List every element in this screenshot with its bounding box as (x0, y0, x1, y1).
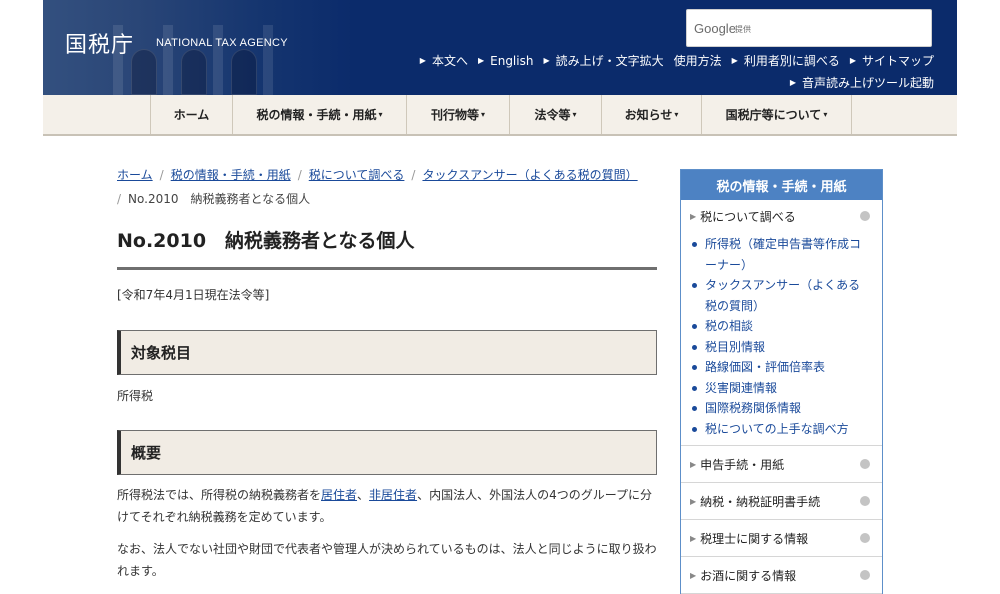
site-logo[interactable]: 国税庁 NATIONAL TAX AGENCY (65, 27, 288, 59)
title-divider (117, 267, 657, 270)
caret-down-icon: ▾ (572, 110, 577, 119)
sidebar-item-filing[interactable]: ▶ 申告手続・用紙 (681, 446, 882, 483)
collapse-circle-icon (860, 211, 870, 221)
global-nav: ホーム 税の情報・手続・用紙 ▾ 刊行物等 ▾ 法令等 ▾ お知らせ ▾ 国税庁等につい… (43, 95, 957, 136)
util-link-read-aloud-zoom[interactable]: ▶ 読み上げ・文字拡大 (543, 52, 663, 69)
util-link-voice-tool[interactable]: ▶ 音声読み上げツール起動 (790, 74, 934, 91)
breadcrumb-home[interactable]: ホーム (117, 168, 153, 182)
sidebar-subitem-consultation[interactable]: 税の相談 (692, 316, 872, 337)
link-resident[interactable]: 居住者 (321, 488, 357, 502)
section-heading-target-tax: 対象税目 (117, 330, 657, 375)
expand-circle-icon (860, 459, 870, 469)
sidebar-subitem-disaster[interactable]: 災害関連情報 (692, 378, 872, 399)
sidebar-header: 税の情報・手続・用紙 (681, 170, 882, 200)
expand-circle-icon (860, 496, 870, 506)
triangle-right-icon: ▶ (690, 570, 697, 580)
expand-circle-icon (860, 570, 870, 580)
logo-english: NATIONAL TAX AGENCY (156, 37, 288, 49)
nav-item-laws[interactable]: 法令等 ▾ (510, 95, 602, 134)
site-header: 国税庁 NATIONAL TAX AGENCY Google 提供 ▶ 本文へ ▶… (43, 0, 957, 95)
bullet-icon (692, 283, 697, 288)
nav-item-tax-info[interactable]: 税の情報・手続・用紙 ▾ (233, 95, 407, 134)
target-tax-value: 所得税 (117, 389, 154, 403)
page-title: No.2010 納税義務者となる個人 (117, 230, 415, 252)
util-link-how-to-use[interactable]: 使用方法 (674, 52, 722, 69)
triangle-right-icon: ▶ (690, 533, 697, 543)
breadcrumb-tax-info[interactable]: 税の情報・手続・用紙 (171, 168, 291, 182)
bullet-icon (692, 324, 697, 329)
utility-links-secondary: ▶ 音声読み上げツール起動 (790, 74, 934, 91)
sidebar-item-tax-research[interactable]: ▶ 税について調べる (681, 200, 882, 232)
overview-paragraph-2: なお、法人でない社団や財団で代表者や管理人が決められているものは、法人と同じよう… (117, 542, 657, 578)
sidebar-subitem-by-tax-type[interactable]: 税目別情報 (692, 337, 872, 358)
sidebar-item-liquor[interactable]: ▶ お酒に関する情報 (681, 557, 882, 594)
util-link-sitemap[interactable]: ▶ サイトマップ (850, 52, 934, 69)
sidebar-subitem-tax-answer[interactable]: タックスアンサー（よくある税の質問） (692, 275, 872, 316)
sidebar-subitem-income-tax[interactable]: 所得税（確定申告書等作成コーナー） (692, 234, 872, 275)
sidebar-sublist: 所得税（確定申告書等作成コーナー） タックスアンサー（よくある税の質問） 税の相… (681, 232, 882, 446)
caret-down-icon: ▾ (481, 110, 486, 119)
caret-down-icon: ▾ (674, 110, 679, 119)
nav-item-news[interactable]: お知らせ ▾ (602, 95, 702, 134)
sidebar-subitem-international[interactable]: 国際税務関係情報 (692, 398, 872, 419)
sidebar-subitem-search-tips[interactable]: 税についての上手な調べ方 (692, 419, 872, 440)
triangle-right-icon: ▶ (789, 78, 796, 87)
triangle-right-icon: ▶ (419, 56, 426, 65)
util-link-english[interactable]: ▶ English (478, 52, 534, 69)
breadcrumb-current: No.2010 納税義務者となる個人 (128, 192, 311, 206)
utility-links: ▶ 本文へ ▶ English ▶ 読み上げ・文字拡大 使用方法 ▶ 利用者別に調べる … (420, 52, 934, 69)
triangle-right-icon: ▶ (543, 56, 550, 65)
sidebar: 税の情報・手続・用紙 ▶ 税について調べる 所得税（確定申告書等作成コーナー） … (680, 169, 883, 594)
triangle-right-icon: ▶ (849, 56, 856, 65)
expand-circle-icon (860, 533, 870, 543)
util-link-skip-to-content[interactable]: ▶ 本文へ (420, 52, 468, 69)
sidebar-subitem-route-price-map[interactable]: 路線価図・評価倍率表 (692, 357, 872, 378)
util-link-by-user[interactable]: ▶ 利用者別に調べる (732, 52, 840, 69)
sidebar-item-payment[interactable]: ▶ 納税・納税証明書手続 (681, 483, 882, 520)
nav-item-about[interactable]: 国税庁等について ▾ (702, 95, 852, 134)
breadcrumb-tax-answer[interactable]: タックスアンサー（よくある税の質問） (422, 168, 637, 182)
breadcrumb: ホーム / 税の情報・手続・用紙 / 税について調べる / タックスアンサー（よくある税の質… (117, 168, 638, 206)
caret-down-icon: ▾ (378, 110, 383, 119)
bullet-icon (692, 344, 697, 350)
nav-item-home[interactable]: ホーム (151, 95, 233, 134)
bullet-icon (692, 385, 697, 391)
search-brand: Google (694, 21, 736, 36)
section-heading-overview: 概要 (117, 430, 657, 475)
triangle-right-icon: ▶ (477, 56, 485, 65)
bullet-icon (692, 406, 697, 411)
bullet-icon (692, 242, 697, 247)
caret-down-icon: ▾ (823, 110, 828, 119)
search-powered-label: 提供 (735, 25, 751, 34)
triangle-right-icon: ▶ (731, 56, 738, 65)
bullet-icon (692, 365, 697, 370)
breadcrumb-tax-research[interactable]: 税について調べる (309, 168, 405, 182)
sidebar-item-tax-accountant[interactable]: ▶ 税理士に関する情報 (681, 520, 882, 557)
logo-japanese: 国税庁 (65, 33, 135, 58)
nav-item-publications[interactable]: 刊行物等 ▾ (407, 95, 510, 134)
triangle-right-icon: ▶ (690, 211, 697, 221)
triangle-right-icon: ▶ (690, 459, 697, 469)
bullet-icon (692, 426, 697, 432)
search-input[interactable]: Google 提供 (686, 9, 932, 47)
as-of-date: [令和7年4月1日現在法令等] (117, 288, 270, 302)
triangle-right-icon: ▶ (690, 496, 697, 506)
link-nonresident[interactable]: 非居住者 (369, 488, 417, 502)
overview-paragraph-1: 所得税法では、所得税の納税義務者を居住者、非居住者、内国法人、外国法人の4つのグ… (117, 488, 652, 524)
